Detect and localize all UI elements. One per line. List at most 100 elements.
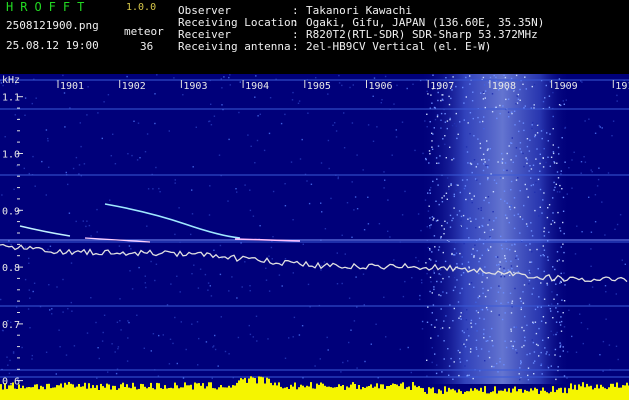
speckle-dot bbox=[367, 124, 370, 126]
speckle-dot bbox=[530, 222, 532, 224]
speckle-dot bbox=[539, 206, 541, 208]
speckle-dot bbox=[496, 264, 498, 266]
speckle-dot bbox=[28, 257, 30, 260]
noise-bar bbox=[40, 385, 42, 400]
noise-bar bbox=[380, 384, 382, 400]
speckle-dot bbox=[553, 221, 556, 224]
speckle-dot bbox=[475, 339, 478, 341]
speckle-dot bbox=[555, 321, 558, 323]
speckle-dot bbox=[96, 208, 98, 211]
speckle-dot bbox=[445, 157, 447, 159]
speckle-dot bbox=[332, 124, 334, 126]
speckle-dot bbox=[456, 263, 458, 265]
speckle-dot bbox=[493, 220, 495, 222]
speckle-dot bbox=[469, 133, 471, 135]
noise-bar bbox=[286, 387, 288, 400]
speckle-dot bbox=[482, 153, 485, 155]
speckle-dot bbox=[604, 234, 606, 236]
speckle-dot bbox=[14, 114, 16, 116]
speckle-dot bbox=[548, 231, 550, 233]
speckle-dot bbox=[118, 245, 121, 247]
speckle-dot bbox=[180, 321, 182, 323]
speckle-dot bbox=[430, 324, 433, 326]
speckle-dot bbox=[475, 301, 477, 303]
speckle-dot bbox=[424, 120, 426, 122]
meteor-count: 36 bbox=[140, 40, 154, 53]
speckle-dot bbox=[210, 295, 213, 297]
speckle-dot bbox=[598, 125, 601, 127]
speckle-dot bbox=[455, 252, 458, 254]
speckle-dot bbox=[117, 348, 119, 350]
speckle-dot bbox=[458, 210, 461, 212]
speckle-dot bbox=[138, 266, 140, 269]
speckle-dot bbox=[437, 249, 440, 251]
noise-bar bbox=[20, 388, 22, 400]
speckle-dot bbox=[479, 147, 482, 149]
speckle-dot bbox=[552, 197, 554, 199]
speckle-dot bbox=[356, 306, 358, 308]
speckle-dot bbox=[507, 98, 510, 100]
speckle-dot bbox=[341, 84, 343, 87]
speckle-dot bbox=[573, 151, 575, 153]
speckle-dot bbox=[433, 272, 435, 274]
speckle-dot bbox=[538, 296, 540, 298]
speckle-dot bbox=[255, 315, 258, 317]
noise-bar bbox=[282, 388, 284, 400]
speckle-dot bbox=[564, 161, 566, 163]
speckle-dot bbox=[486, 140, 488, 142]
speckle-dot bbox=[254, 162, 256, 164]
speckle-dot bbox=[336, 283, 339, 285]
speckle-dot bbox=[284, 183, 286, 185]
speckle-dot bbox=[152, 188, 154, 190]
speckle-dot bbox=[557, 177, 560, 179]
speckle-dot bbox=[393, 259, 395, 261]
speckle-dot bbox=[581, 81, 583, 83]
speckle-dot bbox=[576, 225, 578, 227]
speckle-dot bbox=[235, 188, 237, 190]
speckle-dot bbox=[509, 292, 512, 294]
speckle-dot bbox=[126, 360, 129, 362]
noise-bar bbox=[546, 392, 548, 400]
speckle-dot bbox=[497, 371, 499, 373]
speckle-dot bbox=[560, 173, 562, 175]
speckle-dot bbox=[429, 225, 431, 227]
speckle-dot bbox=[102, 331, 104, 334]
noise-bar bbox=[362, 387, 364, 400]
speckle-dot bbox=[356, 367, 358, 369]
speckle-dot bbox=[32, 290, 34, 293]
speckle-dot bbox=[516, 352, 518, 354]
speckle-dot bbox=[337, 177, 339, 180]
speckle-dot bbox=[507, 111, 510, 113]
speckle-dot bbox=[524, 105, 526, 107]
speckle-dot bbox=[97, 112, 99, 114]
noise-bar bbox=[14, 388, 16, 400]
speckle-dot bbox=[516, 265, 518, 267]
speckle-dot bbox=[429, 192, 431, 194]
speckle-dot bbox=[571, 335, 573, 338]
speckle-dot bbox=[522, 122, 525, 124]
speckle-dot bbox=[375, 323, 377, 325]
observation-datetime: 25.08.12 19:00 bbox=[6, 39, 99, 52]
noise-bar bbox=[384, 388, 386, 400]
speckle-dot bbox=[495, 300, 498, 302]
speckle-dot bbox=[280, 122, 283, 125]
speckle-dot bbox=[440, 274, 442, 276]
noise-bar bbox=[44, 389, 46, 400]
speckle-dot bbox=[483, 337, 485, 339]
speckle-dot bbox=[511, 137, 513, 139]
noise-bar bbox=[168, 388, 170, 400]
speckle-dot bbox=[453, 195, 455, 198]
speckle-dot bbox=[475, 227, 477, 229]
speckle-dot bbox=[473, 135, 475, 137]
speckle-dot bbox=[174, 182, 176, 184]
speckle-dot bbox=[448, 327, 451, 329]
speckle-dot bbox=[441, 94, 443, 96]
speckle-dot bbox=[540, 130, 543, 132]
speckle-dot bbox=[499, 266, 502, 268]
speckle-dot bbox=[336, 252, 338, 254]
speckle-dot bbox=[500, 198, 502, 200]
speckle-dot bbox=[272, 190, 275, 193]
speckle-dot bbox=[507, 269, 509, 271]
speckle-dot bbox=[582, 342, 584, 345]
speckle-dot bbox=[539, 170, 541, 172]
